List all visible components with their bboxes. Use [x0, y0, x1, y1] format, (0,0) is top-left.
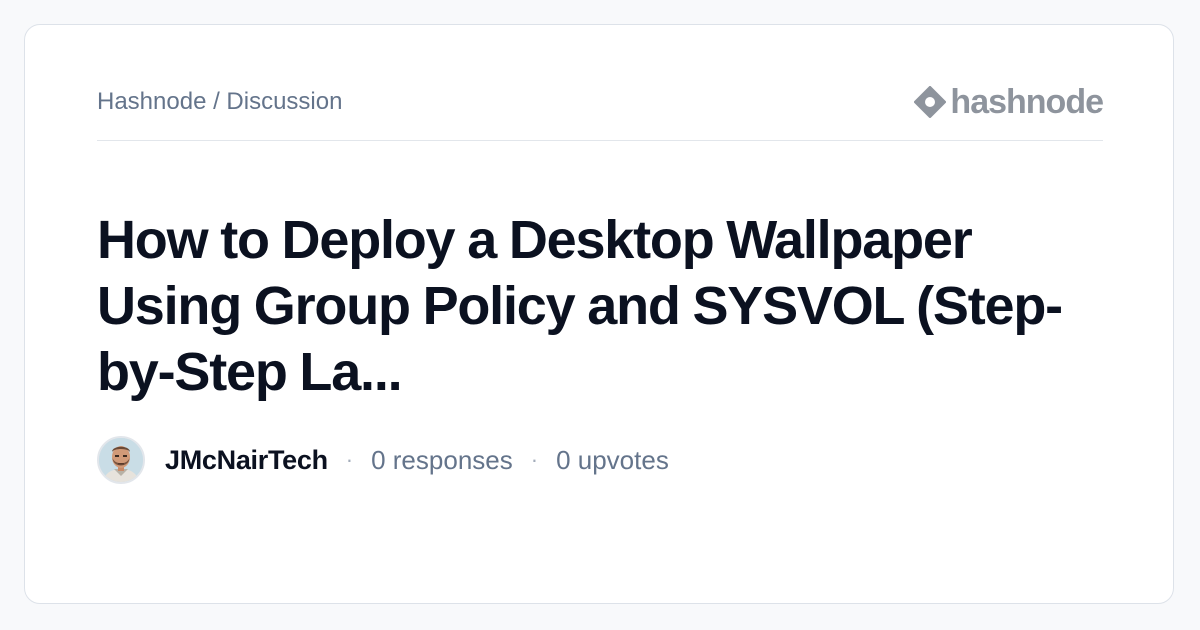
author-avatar[interactable]: [97, 436, 145, 484]
avatar-portrait-icon: [99, 438, 143, 482]
hashnode-logo-icon: [914, 86, 947, 118]
card-header: Hashnode / Discussion hashnode: [97, 83, 1104, 121]
post-title[interactable]: How to Deploy a Desktop Wallpaper Using …: [97, 207, 1103, 405]
breadcrumb[interactable]: Hashnode / Discussion: [97, 87, 342, 117]
responses-count[interactable]: 0 responses: [371, 445, 513, 476]
upvotes-count[interactable]: 0 upvotes: [556, 445, 669, 476]
meta-separator: ·: [530, 447, 539, 472]
post-meta: JMcNairTech · 0 responses · 0 upvotes: [97, 436, 669, 484]
header-divider: [97, 140, 1103, 141]
author-name[interactable]: JMcNairTech: [165, 445, 328, 476]
brand-name: hashnode: [950, 83, 1104, 121]
hashnode-brand[interactable]: hashnode: [914, 83, 1104, 121]
meta-separator: ·: [345, 447, 354, 472]
og-card: Hashnode / Discussion hashnode How to De…: [24, 24, 1174, 604]
